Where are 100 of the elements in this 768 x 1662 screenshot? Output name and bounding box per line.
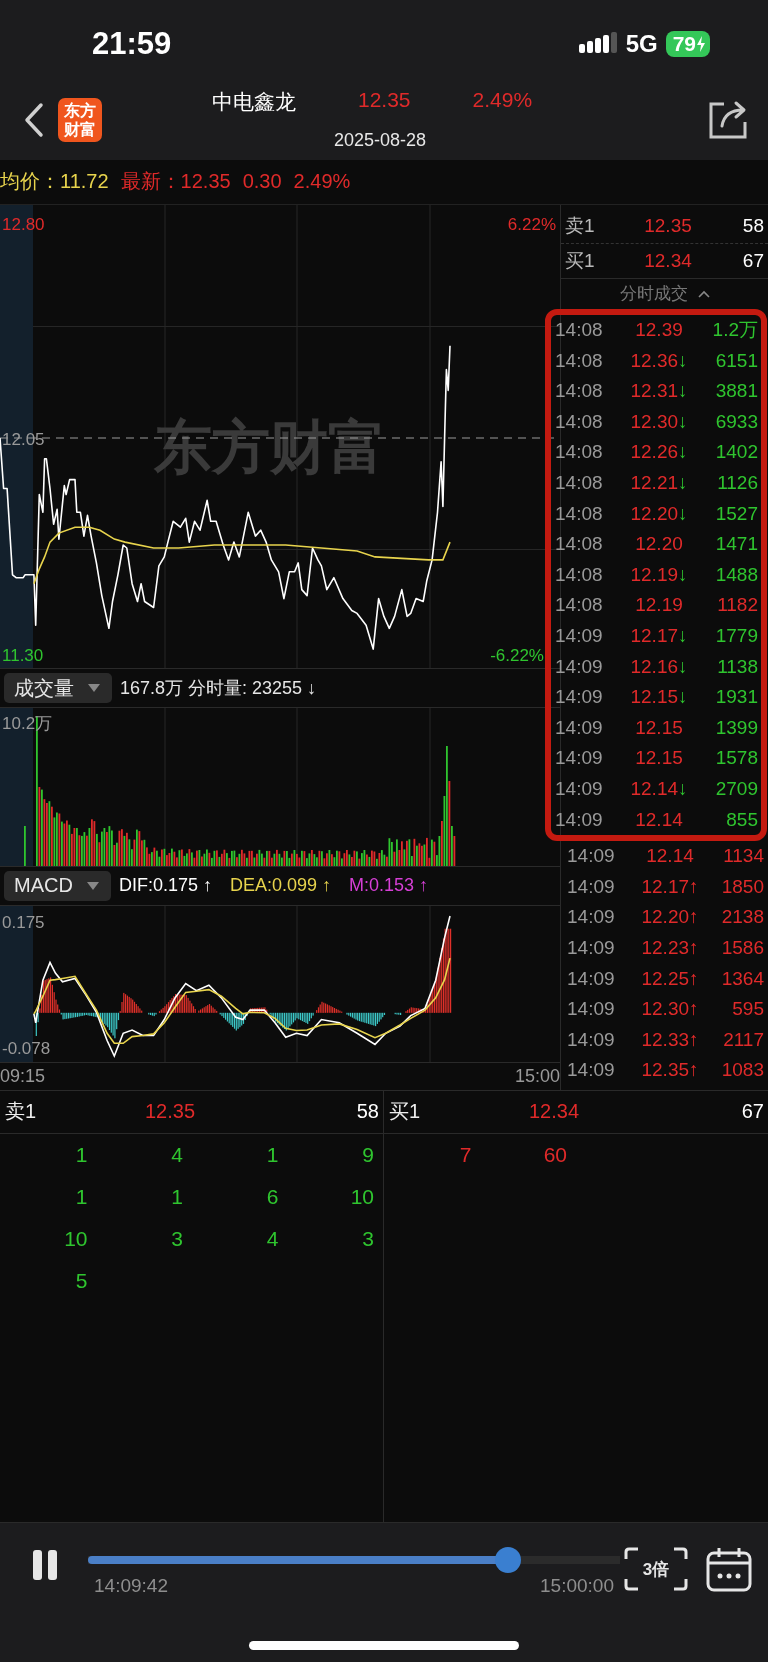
- trade-time: 14:08: [555, 563, 604, 586]
- latest-label: 最新：: [120, 169, 181, 195]
- queue-order: 1: [266, 1142, 280, 1167]
- trade-volume: 1488: [714, 563, 758, 586]
- trade-time: 14:09: [555, 808, 604, 831]
- queue-order: 9: [362, 1142, 375, 1167]
- trade-volume: 1527: [714, 502, 758, 525]
- queue-order: 60: [543, 1142, 568, 1167]
- change-percent: 2.49%: [472, 88, 533, 114]
- quote-label: 卖1: [565, 213, 596, 238]
- trade-volume: 1134: [722, 845, 764, 868]
- queue-order: 3: [171, 1226, 184, 1251]
- trade-time: 14:08: [555, 594, 604, 617]
- trade-volume: 1471: [714, 533, 758, 556]
- stock-name: 中电鑫龙: [212, 89, 296, 116]
- histogram-bars: [394, 1012, 402, 1015]
- trade-time: 14:09: [567, 1028, 616, 1051]
- share-icon[interactable]: [708, 99, 748, 140]
- book-price: 12.34: [527, 1100, 581, 1124]
- price-change: 0.30: [242, 170, 282, 194]
- queue-order: 10: [64, 1226, 89, 1251]
- stock-price: 12.35: [358, 88, 411, 114]
- trade-price: 12.19↓: [629, 563, 689, 586]
- axis-label: -6.22%: [490, 645, 544, 665]
- trade-time: 14:08: [555, 319, 604, 342]
- indicator-dropdown[interactable]: MACD: [4, 870, 111, 901]
- queue-order: 4: [266, 1226, 280, 1251]
- trade-price: 12.17↓: [629, 624, 689, 647]
- trade-price: 12.17↑: [640, 875, 700, 898]
- caret-icon: [88, 684, 100, 693]
- trade-volume: 1399: [714, 716, 758, 739]
- latest-price: 12.35: [180, 170, 231, 194]
- trade-price: 12.14: [645, 845, 695, 868]
- trade-price: 12.26↓: [629, 441, 689, 464]
- current-time: 14:09:42: [94, 1575, 168, 1598]
- trade-price: 12.14: [634, 808, 684, 831]
- network-label: 5G: [625, 29, 658, 58]
- trade-volume: 1850: [720, 875, 764, 898]
- queue-order: 7: [459, 1142, 473, 1167]
- quote-volume: 58: [741, 214, 764, 237]
- battery-indicator: 79: [665, 30, 710, 57]
- indicator-reading: M:0.153 ↑: [349, 875, 429, 897]
- replay-date: 2025-08-28: [334, 130, 427, 152]
- trade-volume: 1364: [720, 967, 764, 990]
- trade-price: 12.36↓: [629, 349, 689, 372]
- status-time: 21:59: [92, 25, 172, 62]
- queue-order: 3: [362, 1226, 375, 1251]
- quote-price: 12.34: [643, 249, 693, 272]
- trade-price: 12.30↓: [629, 410, 689, 433]
- trade-price: 12.35↑: [640, 1059, 700, 1082]
- trade-time: 14:09: [555, 686, 604, 709]
- calendar-icon[interactable]: [706, 1547, 752, 1594]
- queue-order: 10: [350, 1184, 375, 1209]
- back-icon[interactable]: [23, 101, 45, 138]
- histogram-bars: [316, 1001, 343, 1013]
- trade-volume: 2117: [722, 1028, 764, 1051]
- trade-time: 14:08: [555, 441, 604, 464]
- trades-heading: 分时成交: [619, 283, 688, 306]
- queue-order: 1: [75, 1184, 89, 1209]
- caret-icon: [697, 289, 710, 298]
- trade-volume: 595: [731, 998, 764, 1021]
- trade-price: 12.21↓: [629, 472, 689, 494]
- pause-button[interactable]: [32, 1549, 58, 1582]
- trade-time: 14:09: [555, 777, 604, 800]
- book-volume: 67: [740, 1100, 764, 1124]
- trade-volume: 1402: [714, 441, 758, 464]
- axis-label: 0.175: [2, 912, 45, 932]
- trade-time: 14:09: [555, 655, 604, 678]
- axis-label: 12.80: [2, 214, 45, 234]
- axis-label: 6.22%: [507, 214, 556, 234]
- trade-volume: 855: [725, 808, 758, 831]
- trade-time: 14:09: [567, 998, 616, 1021]
- trade-time: 14:08: [555, 349, 604, 372]
- trade-price: 12.20↑: [640, 906, 700, 929]
- quote-volume: 67: [741, 249, 764, 272]
- end-time: 15:00:00: [540, 1575, 614, 1598]
- quote-label: 买1: [565, 248, 596, 273]
- time-label: 09:15: [0, 1065, 46, 1087]
- pause-icon: [32, 1549, 58, 1582]
- trade-price: 12.20: [634, 533, 684, 556]
- trade-volume: 1182: [716, 594, 758, 617]
- bolt-icon: [696, 34, 706, 53]
- app-logo: 东方 财富: [58, 97, 102, 142]
- trade-price: 12.15↓: [629, 686, 689, 709]
- indicator-reading: DEA:0.099 ↑: [229, 875, 331, 897]
- trade-volume: 1578: [714, 747, 758, 770]
- axis-label: 11.30: [2, 645, 44, 665]
- trade-time: 14:09: [567, 875, 616, 898]
- trade-volume: 6933: [714, 410, 758, 433]
- speed-button[interactable]: 3倍: [624, 1547, 688, 1592]
- indicator-dropdown[interactable]: 成交量: [4, 673, 112, 704]
- trade-price: 12.19: [634, 594, 684, 617]
- trade-time: 14:09: [567, 936, 616, 959]
- trade-price: 12.39: [634, 319, 684, 342]
- trade-price: 12.23↑: [640, 936, 700, 959]
- trade-volume: 1138: [716, 655, 758, 678]
- queue-order: 1: [171, 1184, 184, 1209]
- trade-volume: 1083: [720, 1059, 764, 1082]
- queue-order: 1: [75, 1142, 89, 1167]
- trade-price: 12.30↑: [640, 998, 700, 1021]
